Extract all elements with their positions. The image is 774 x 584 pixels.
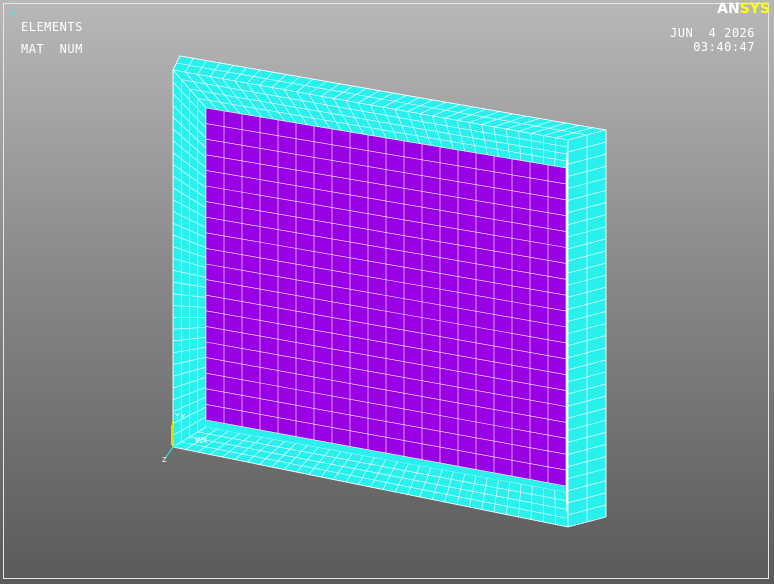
triad-y-label: Y <box>174 412 180 421</box>
element-mesh-model[interactable]: Y Y W X Z <box>0 0 774 584</box>
triad-z-axis <box>165 446 174 458</box>
triad-wy-label: Y <box>180 413 186 421</box>
graphics-viewport[interactable]: 1 ELEMENTS MAT NUM ANSYS JUN 4 2026 03:4… <box>0 0 774 584</box>
triad-z-label: Z <box>162 456 167 464</box>
triad-x-label: X <box>202 436 208 445</box>
panel-elements[interactable] <box>205 107 567 487</box>
triad-y-bar <box>171 425 174 445</box>
